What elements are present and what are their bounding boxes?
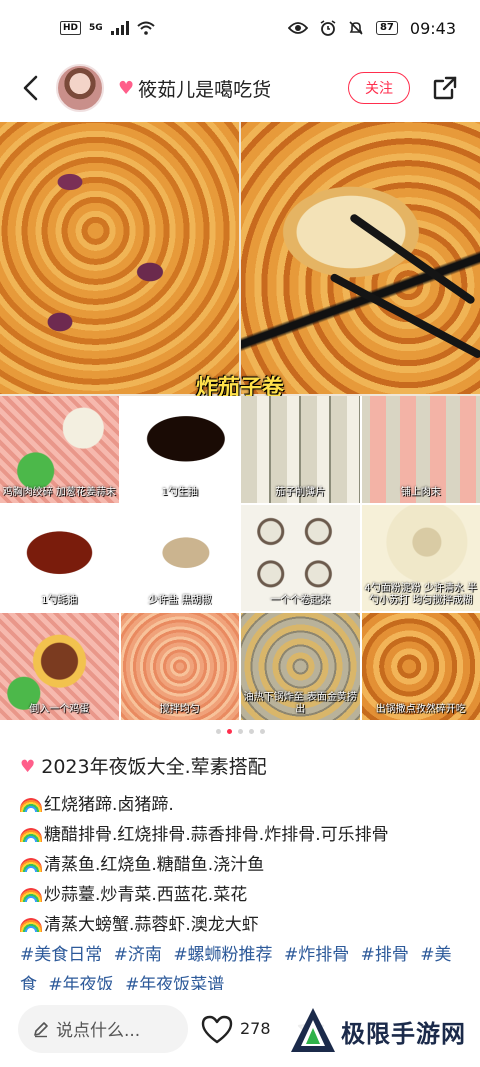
step-image: 一个个卷起来	[241, 504, 360, 612]
step-image: 倒入一个鸡蛋	[0, 613, 119, 720]
post-line: 糖醋排骨.红烧排骨.蒜香排骨.炸排骨.可乐排骨	[20, 820, 470, 850]
like-count: 278	[240, 1019, 271, 1038]
clock: 09:43	[409, 18, 456, 38]
status-right: 87 09:43	[287, 18, 456, 38]
signal-icon	[110, 21, 129, 35]
mute-bell-icon	[349, 21, 363, 35]
page-dot[interactable]	[248, 728, 254, 734]
post-line-text: 红烧猪蹄.卤猪蹄.	[44, 795, 174, 815]
page-dot-active[interactable]	[226, 728, 232, 734]
hashtag-link[interactable]: #年夜饭菜谱	[125, 975, 224, 990]
step-image: 鸡胸肉绞碎 加葱花姜蒜末	[0, 396, 119, 503]
post-line-text: 清蒸大螃蟹.蒜蓉虾.澳龙大虾	[44, 915, 259, 935]
step-image: 油热下锅炸至 表面金黄捞出	[241, 613, 360, 720]
hero-images	[0, 122, 480, 394]
post-image-carousel[interactable]: 炸茄子卷 鸡胸肉绞碎 加葱花姜蒜末 1勺生抽 茄子削薄片 铺上肉末 1勺蚝油 少…	[0, 122, 480, 720]
step-caption: 4勺面粉淀粉 少许清水 半勺小苏打 均匀搅拌成糊	[364, 583, 478, 607]
share-icon	[433, 76, 457, 100]
step-image: 少许盐 黑胡椒	[120, 504, 239, 612]
step-caption: 搅拌均匀	[159, 703, 200, 715]
step-image: 4勺面粉淀粉 少许清水 半勺小苏打 均匀搅拌成糊	[361, 504, 480, 612]
comment-input[interactable]: 说点什么...	[18, 1004, 188, 1053]
hashtag-link[interactable]: #炸排骨	[284, 945, 349, 965]
post-header: ♥ 筱茹儿是噶吃货 关注	[0, 56, 480, 120]
pencil-icon	[34, 1021, 48, 1037]
hashtag-list: #美食日常 #济南 #螺蛳粉推荐 #炸排骨 #排骨 #美食 #年夜饭 #年夜饭菜…	[20, 940, 470, 990]
post-line: 清蒸鱼.红烧鱼.糖醋鱼.浇汁鱼	[20, 850, 470, 880]
hashtag-link[interactable]: #济南	[114, 945, 162, 965]
back-button[interactable]	[12, 68, 48, 108]
hashtag-link[interactable]: #年夜饭	[48, 975, 113, 990]
chevron-left-icon	[23, 75, 38, 101]
step-image: 茄子削薄片	[241, 396, 360, 503]
step-caption: 1勺蚝油	[41, 595, 78, 607]
fried-eggplant-roll-closeup-photo	[241, 122, 480, 394]
eye-icon	[287, 22, 308, 34]
page-dot[interactable]	[237, 728, 243, 734]
step-image: 搅拌均匀	[120, 613, 239, 720]
post-title-row: ♥ 2023年夜饭大全.荤素搭配	[20, 752, 470, 782]
status-left: HD 5G	[60, 21, 155, 35]
step-caption: 油热下锅炸至 表面金黄捞出	[243, 691, 357, 715]
rainbow-icon	[20, 828, 42, 842]
pink-heart-icon: ♥	[118, 77, 135, 99]
network-type: 5G	[89, 23, 103, 33]
rainbow-icon	[20, 888, 42, 902]
hd-indicator: HD	[60, 21, 82, 35]
watermark-text: 极限手游网	[341, 1019, 466, 1048]
comment-placeholder: 说点什么...	[56, 1021, 141, 1041]
follow-button[interactable]: 关注	[348, 72, 410, 104]
step-caption: 出锅撒点孜然碎开吃	[375, 703, 466, 715]
step-caption: 鸡胸肉绞碎 加葱花姜蒜末	[2, 486, 116, 498]
step-image: 1勺生抽	[120, 396, 239, 503]
page-dot[interactable]	[259, 728, 265, 734]
site-watermark: 极限手游网	[285, 1002, 474, 1060]
step-caption: 铺上肉末	[400, 486, 441, 498]
recipe-steps-grid: 鸡胸肉绞碎 加葱花姜蒜末 1勺生抽 茄子削薄片 铺上肉末 1勺蚝油 少许盐 黑胡…	[0, 396, 480, 720]
step-caption: 一个个卷起来	[270, 595, 331, 607]
step-image: 出锅撒点孜然碎开吃	[361, 613, 480, 720]
post-line: 炒蒜薹.炒青菜.西蓝花.菜花	[20, 880, 470, 910]
share-button[interactable]	[428, 71, 462, 105]
pink-heart-icon: ♥	[20, 757, 36, 777]
author-avatar[interactable]	[56, 64, 104, 112]
post-line: 清蒸大螃蟹.蒜蓉虾.澳龙大虾	[20, 910, 470, 940]
battery-indicator: 87	[375, 21, 398, 35]
author-name: 筱茹儿是噶吃货	[138, 78, 272, 101]
post-line-text: 糖醋排骨.红烧排骨.蒜香排骨.炸排骨.可乐排骨	[44, 825, 389, 845]
step-caption: 茄子削薄片	[275, 486, 326, 498]
post-line-text: 炒蒜薹.炒青菜.西蓝花.菜花	[44, 885, 248, 905]
alarm-icon	[320, 20, 336, 36]
rainbow-icon	[20, 858, 42, 872]
step-image: 1勺蚝油	[0, 504, 119, 612]
post-line: 红烧猪蹄.卤猪蹄.	[20, 790, 470, 820]
watermark-logo-icon	[291, 1008, 335, 1052]
post-title: 2023年夜饭大全.荤素搭配	[41, 756, 267, 778]
rainbow-icon	[20, 918, 42, 932]
post-content: ♥ 2023年夜饭大全.荤素搭配 红烧猪蹄.卤猪蹄. 糖醋排骨.红烧排骨.蒜香排…	[20, 752, 470, 990]
like-button[interactable]: 278	[200, 1014, 271, 1044]
step-caption: 倒入一个鸡蛋	[29, 703, 90, 715]
author-name-container[interactable]: ♥ 筱茹儿是噶吃货	[118, 75, 348, 102]
status-bar: HD 5G 87 09:43	[0, 0, 480, 56]
wifi-icon	[137, 21, 155, 35]
step-caption: 少许盐 黑胡椒	[148, 595, 212, 607]
post-line-text: 清蒸鱼.红烧鱼.糖醋鱼.浇汁鱼	[44, 855, 265, 875]
step-caption: 1勺生抽	[161, 486, 198, 498]
heart-outline-icon	[201, 1015, 233, 1043]
hashtag-link[interactable]: #排骨	[361, 945, 409, 965]
step-image: 铺上肉末	[361, 396, 480, 503]
carousel-pagination	[0, 724, 480, 738]
fried-eggplant-rolls-photo	[0, 122, 239, 394]
hashtag-link[interactable]: #螺蛳粉推荐	[173, 945, 272, 965]
rainbow-icon	[20, 798, 42, 812]
page-dot[interactable]	[215, 728, 221, 734]
hashtag-link[interactable]: #美食日常	[20, 945, 102, 965]
